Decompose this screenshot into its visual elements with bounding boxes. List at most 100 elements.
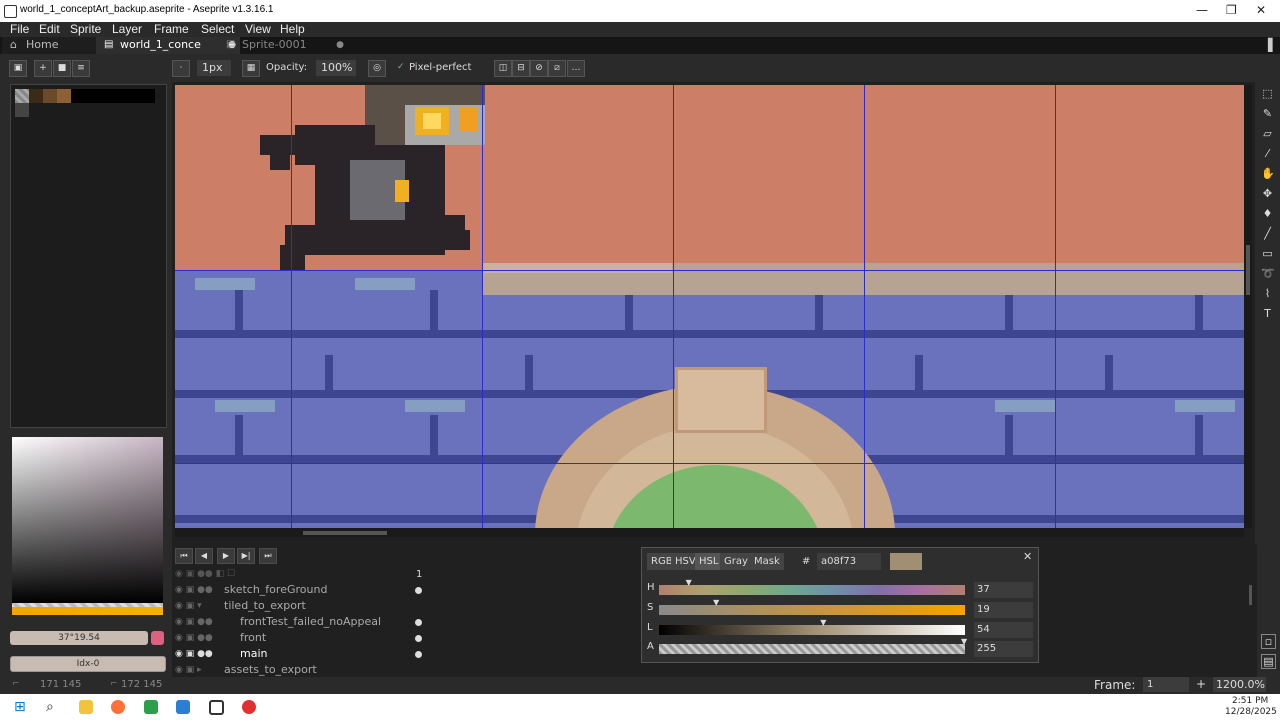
line-tool-icon[interactable]: ╱ (1261, 227, 1274, 240)
layer-row[interactable]: ◉ ▣ ▸ assets_to_export (172, 662, 422, 678)
move-tool-icon[interactable]: ✥ (1261, 187, 1274, 200)
symmetry-icon[interactable]: ◎ (368, 60, 386, 77)
rectangle-tool-icon[interactable]: ▭ (1261, 247, 1274, 260)
layer-row-selected[interactable]: ◉ ▣ ●● main (172, 646, 422, 662)
text-tool-icon[interactable]: T (1261, 307, 1274, 320)
start-icon[interactable]: ⊞ (14, 700, 28, 714)
prev-frame-icon[interactable]: ◀ (195, 548, 213, 564)
layer-row[interactable]: ◉ ▣ ●● frontTest_failed_noAppeal (172, 614, 422, 630)
visibility-icon[interactable]: ◉ ▣ ●● (175, 630, 213, 646)
list-icon[interactable]: ≡ (72, 60, 90, 77)
palette-swatch[interactable] (57, 89, 71, 103)
menu-sprite[interactable]: Sprite (70, 22, 101, 36)
eyedropper-tool-icon[interactable]: ⁄ (1261, 147, 1274, 160)
palette-swatch[interactable] (43, 89, 57, 103)
clock-time[interactable]: 2:51 PM (1232, 696, 1268, 706)
scroll-tabs-icon[interactable]: ▌ (1268, 38, 1277, 52)
palette-swatch[interactable] (15, 89, 29, 103)
sprite-canvas[interactable] (175, 85, 1244, 528)
lock-icon[interactable]: ▣ (9, 60, 27, 77)
visibility-icon[interactable]: ◉ ▣ ●● (175, 614, 213, 630)
fill-tool-icon[interactable]: ♦ (1261, 207, 1274, 220)
align-center-icon[interactable]: ⊟ (512, 60, 530, 77)
timeline-toggle-icon[interactable]: ▤ (1261, 654, 1276, 669)
canvas-hscroll[interactable] (175, 528, 1244, 537)
palette-swatch[interactable] (29, 89, 43, 103)
add-icon[interactable]: + (34, 60, 52, 77)
a-value[interactable]: 255 (974, 641, 1033, 657)
canvas-vscroll[interactable] (1244, 85, 1252, 528)
cel-dot[interactable] (415, 619, 422, 626)
l-value[interactable]: 54 (974, 622, 1033, 638)
align-left-icon[interactable]: ◫ (494, 60, 512, 77)
check-icon[interactable]: ✓ (397, 62, 405, 72)
mode-hsl-button[interactable]: HSL (695, 553, 723, 570)
rotate-icon[interactable]: ⊘ (530, 60, 548, 77)
visibility-icon[interactable]: ◉ ▣ ●● (175, 582, 213, 598)
cel-dot[interactable] (415, 651, 422, 658)
warning-icon[interactable] (151, 631, 164, 645)
mode-mask-button[interactable]: Mask (750, 553, 784, 570)
save-icon[interactable]: ■ (53, 60, 71, 77)
cel-dot[interactable] (415, 587, 422, 594)
hand-tool-icon[interactable]: ✋ (1261, 167, 1275, 180)
menu-layer[interactable]: Layer (112, 22, 142, 36)
menu-select[interactable]: Select (201, 22, 234, 36)
frame-field[interactable]: 1 (1143, 677, 1189, 692)
mode-gray-button[interactable]: Gray (720, 553, 752, 570)
unsaved-dot-icon[interactable]: ● (336, 37, 344, 53)
opacity-field[interactable]: 100% (316, 60, 356, 76)
brush-type-icon[interactable]: · (172, 60, 190, 77)
add-frame-icon[interactable]: + (1196, 677, 1206, 691)
tab-home[interactable]: ⌂ Home (2, 37, 110, 54)
palette-swatch[interactable] (71, 89, 155, 103)
close-window-button[interactable]: ✕ (1256, 3, 1266, 17)
preview-icon[interactable]: ▫ (1261, 634, 1276, 649)
zoom-field[interactable]: 1200.0% (1213, 677, 1266, 692)
index-field[interactable]: Idx-0 (10, 656, 166, 672)
layer-row[interactable]: ◉ ▣ ●● front (172, 630, 422, 646)
clock-date[interactable]: 12/28/2025 (1225, 707, 1277, 717)
menu-file[interactable]: File (10, 22, 29, 36)
s-slider[interactable]: ▼ (659, 598, 965, 615)
cel-dot[interactable] (415, 635, 422, 642)
next-frame-icon[interactable]: ▶| (237, 548, 255, 564)
visibility-header-icon[interactable]: ◉ ▣ ●● ◧ ☐ (175, 569, 235, 579)
a-slider[interactable]: ▼ (659, 637, 967, 654)
color-value-field[interactable]: 37°19.54 (10, 631, 148, 645)
ink-icon[interactable]: ▦ (242, 60, 260, 77)
recording-icon[interactable] (242, 700, 256, 714)
brush-size-field[interactable]: 1px (197, 60, 231, 76)
aseprite-taskbar-icon[interactable] (209, 700, 224, 715)
eraser-tool-icon[interactable]: ▱ (1261, 127, 1274, 140)
close-icon[interactable]: ✕ (1023, 550, 1032, 563)
marquee-tool-icon[interactable]: ⬚ (1261, 87, 1274, 100)
last-frame-icon[interactable]: ⏭ (259, 548, 277, 564)
menu-edit[interactable]: Edit (39, 22, 60, 36)
h-slider[interactable]: ▼ (659, 578, 965, 595)
frame-number[interactable]: 1 (416, 569, 422, 580)
vscode-icon[interactable] (176, 700, 190, 714)
visibility-icon[interactable]: ◉ ▣ ●● (175, 646, 213, 662)
timeline-vscroll[interactable] (1249, 585, 1252, 605)
hue-bar[interactable] (12, 603, 163, 615)
contour-tool-icon[interactable]: ⌇ (1261, 287, 1274, 300)
more-icon[interactable]: … (567, 60, 585, 77)
pencil-tool-icon[interactable]: ✎ (1261, 107, 1274, 120)
tab-sprite-0001[interactable]: ▤ Sprite-0001 ● (218, 37, 348, 54)
layer-row[interactable]: ◉ ▣ ●● sketch_foreGround (172, 582, 422, 598)
picker-cursor[interactable] (25, 510, 32, 517)
s-value[interactable]: 19 (974, 602, 1033, 618)
visibility-icon[interactable]: ◉ ▣ ▸ (175, 662, 202, 678)
lasso-tool-icon[interactable]: ➰ (1261, 267, 1275, 280)
menu-frame[interactable]: Frame (154, 22, 189, 36)
play-icon[interactable]: ▶ (217, 548, 235, 564)
explorer-icon[interactable] (79, 700, 93, 714)
search-icon[interactable]: ⌕ (46, 700, 60, 714)
h-value[interactable]: 37 (974, 582, 1033, 598)
layer-row[interactable]: ◉ ▣ ▾ tiled_to_export (172, 598, 422, 614)
menu-help[interactable]: Help (280, 22, 305, 36)
visibility-icon[interactable]: ◉ ▣ ▾ (175, 598, 202, 614)
l-slider[interactable]: ▼ (659, 618, 965, 635)
menu-view[interactable]: View (245, 22, 271, 36)
